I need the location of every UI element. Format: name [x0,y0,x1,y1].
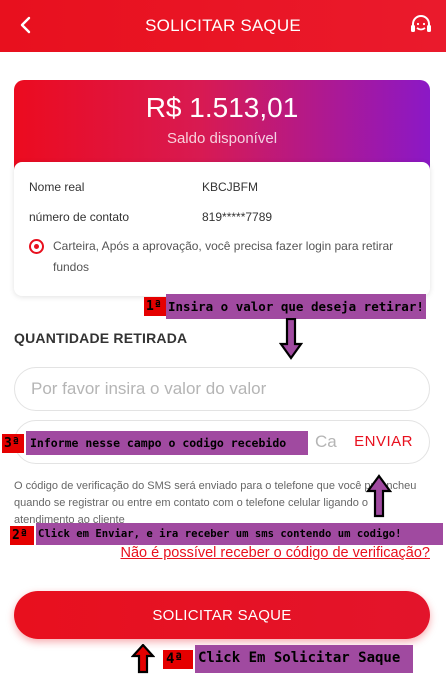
arrow-up-icon [131,644,155,674]
step3-annotation: Informe nesse campo o codigo recebido [26,431,308,455]
step2-badge: 2ª [10,526,34,545]
wallet-notice: Carteira, Após a aprovação, você precisa… [29,236,419,278]
step4-badge: 4ª [163,650,193,669]
code-input[interactable] [315,421,355,463]
balance-amount: R$ 1.513,01 [145,92,299,123]
contact-value: 819*****7789 [202,210,273,224]
headset-icon[interactable] [408,12,434,38]
amount-input-container [14,367,430,411]
real-name-row: Nome real KBCJBFM [29,180,258,194]
withdraw-section-title: QUANTIDADE RETIRADA [14,330,188,346]
header-bar: SOLICITAR SAQUE [0,0,446,52]
step1-annotation: Insira o valor que deseja retirar! [166,294,426,319]
send-code-button[interactable]: ENVIAR [354,433,413,450]
radio-selected-icon[interactable] [29,239,44,254]
arrow-up-icon [366,474,392,518]
page-title: SOLICITAR SAQUE [145,16,301,35]
wallet-notice-text: Carteira, Após a aprovação, você precisa… [53,239,394,274]
balance-label: Saldo disponível [166,130,278,147]
contact-row: número de contato 819*****7789 [29,210,272,224]
step4-annotation: Click Em Solicitar Saque [195,645,413,673]
real-name-label: Nome real [29,180,85,194]
real-name-value: KBCJBFM [202,180,259,194]
step1-badge: 1ª [144,297,166,316]
verification-help-link[interactable]: Não é possível receber o código de verif… [120,545,430,561]
request-withdraw-button[interactable]: SOLICITAR SAQUE [14,591,430,639]
contact-label: número de contato [29,210,130,224]
arrow-down-icon [279,318,303,360]
amount-input[interactable] [31,368,331,410]
account-info-card: Nome real KBCJBFM número de contato 819*… [14,162,430,296]
step2-annotation: Click em Enviar, e ira receber um sms co… [36,523,443,545]
step3-badge: 3ª [2,434,24,453]
